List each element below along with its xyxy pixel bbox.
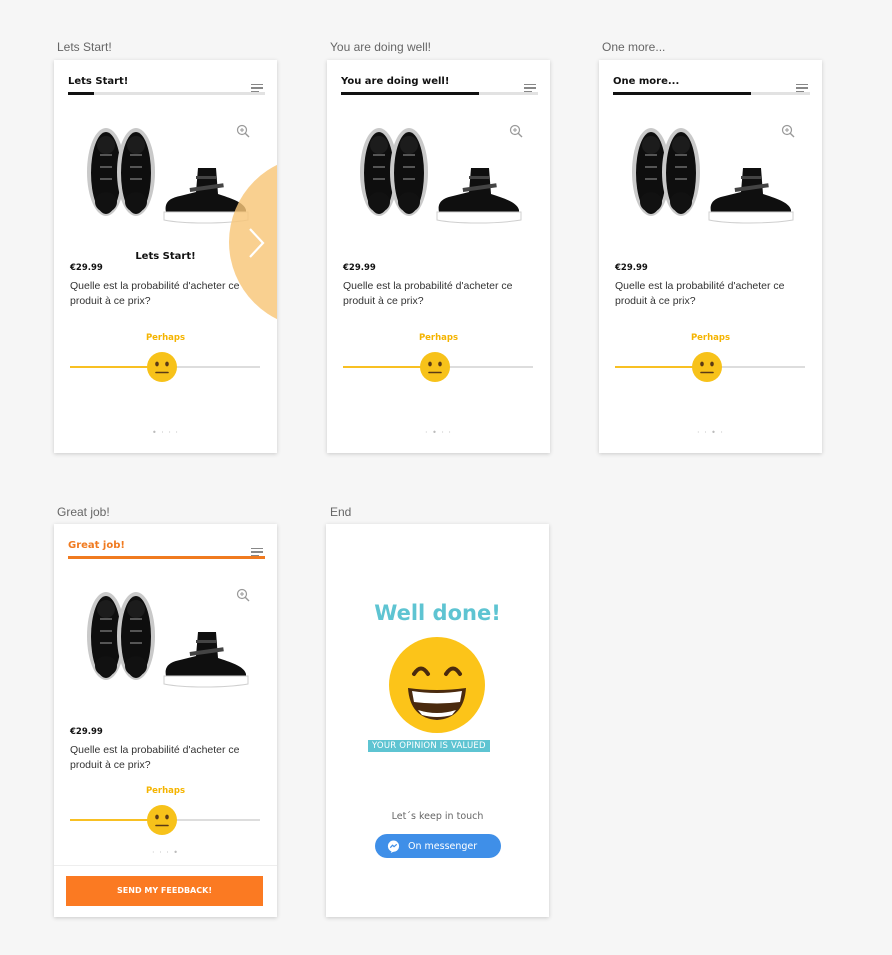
zoom-in-icon[interactable] xyxy=(236,588,250,602)
product-image xyxy=(360,128,522,224)
card-title: Great job! xyxy=(68,540,125,551)
end-card: Well done! YOUR OPINION IS VALUED Let´s … xyxy=(326,524,549,917)
neutral-face-icon[interactable] xyxy=(146,351,178,383)
product-image xyxy=(632,128,794,224)
progress-bar xyxy=(68,92,265,95)
messenger-button[interactable]: On messenger xyxy=(375,834,501,858)
product-image xyxy=(87,592,249,688)
frame-label: You are doing well! xyxy=(330,40,431,54)
card-title: You are doing well! xyxy=(341,76,450,87)
question-text: Quelle est la probabilité d'acheter ce p… xyxy=(615,280,785,307)
question-text: Quelle est la probabilité d'acheter ce p… xyxy=(343,280,513,307)
overlay-title: Lets Start! xyxy=(135,251,196,262)
zoom-in-icon[interactable] xyxy=(509,124,523,138)
page-dots: · · • · xyxy=(697,428,724,437)
neutral-face-icon[interactable] xyxy=(691,351,723,383)
grinning-face-icon xyxy=(389,637,485,733)
frame-label: Great job! xyxy=(57,505,110,519)
slider-value-label: Perhaps xyxy=(145,786,186,796)
page-dots: · • · · xyxy=(425,428,452,437)
question-text: Quelle est la probabilité d'acheter ce p… xyxy=(70,744,240,771)
zoom-in-icon[interactable] xyxy=(236,124,250,138)
price: €29.99 xyxy=(70,727,103,737)
price: €29.99 xyxy=(343,263,376,273)
page-dots: • · · · xyxy=(152,428,179,437)
slider-value-label: Perhaps xyxy=(690,333,731,343)
survey-card: You are doing well! €29.99 Quelle est la… xyxy=(327,60,550,453)
card-title: Lets Start! xyxy=(68,76,129,87)
survey-card: One more... €29.99 Quelle est la probabi… xyxy=(599,60,822,453)
slider-value-label: Perhaps xyxy=(145,333,186,343)
messenger-label: On messenger xyxy=(408,840,478,852)
product-image xyxy=(87,128,249,224)
zoom-in-icon[interactable] xyxy=(781,124,795,138)
survey-card: Great job! €29.99 Quelle est la probabil… xyxy=(54,524,277,917)
progress-bar xyxy=(68,556,265,559)
price: €29.99 xyxy=(70,263,103,273)
slider-value-label: Perhaps xyxy=(418,333,459,343)
opinion-badge: YOUR OPINION IS VALUED xyxy=(368,740,490,752)
frame-label: End xyxy=(330,505,352,519)
footer-bar: SEND MY FEEDBACK! xyxy=(54,865,277,917)
neutral-face-icon[interactable] xyxy=(146,804,178,836)
page-dots: · · · • xyxy=(152,848,179,857)
end-title: Well done! xyxy=(374,601,501,625)
keep-in-touch-text: Let´s keep in touch xyxy=(391,811,484,822)
card-title: One more... xyxy=(613,76,680,87)
frame-label: Lets Start! xyxy=(57,40,112,54)
price: €29.99 xyxy=(615,263,648,273)
neutral-face-icon[interactable] xyxy=(419,351,451,383)
progress-bar xyxy=(341,92,538,95)
messenger-icon xyxy=(387,840,400,853)
progress-bar xyxy=(613,92,810,95)
send-feedback-button[interactable]: SEND MY FEEDBACK! xyxy=(66,876,263,906)
question-text: Quelle est la probabilité d'acheter ce p… xyxy=(70,280,240,307)
survey-card: Lets Start! €29.99 Quelle est la probabi… xyxy=(54,60,277,453)
frame-label: One more... xyxy=(602,40,666,54)
